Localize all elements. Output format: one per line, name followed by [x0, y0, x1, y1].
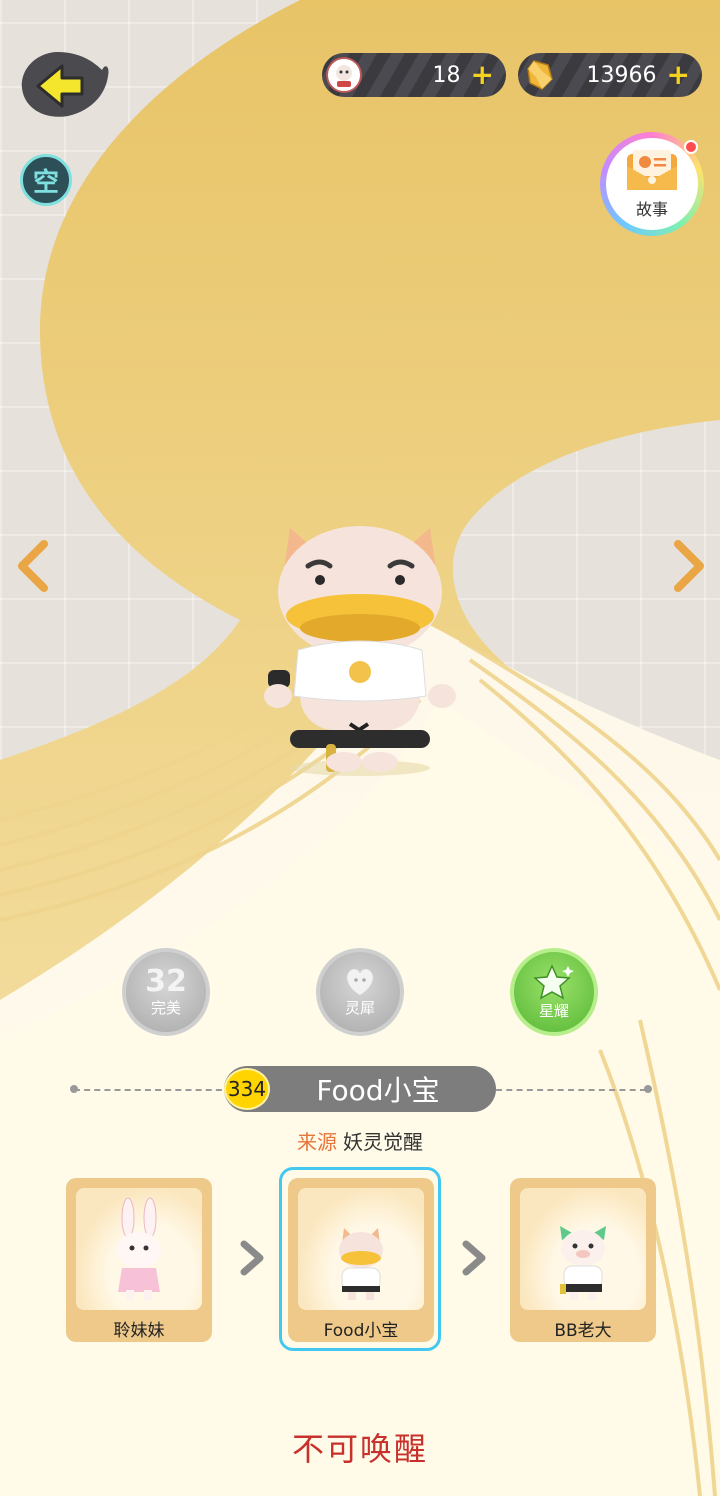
pet-source: 来源 妖灵觉醒	[0, 1126, 720, 1155]
source-label: 来源	[297, 1130, 337, 1154]
pet-ticket-icon	[326, 57, 362, 93]
empty-badge-label: 空	[32, 167, 59, 198]
chevron-left-icon	[18, 540, 48, 592]
pet-level: 334	[227, 1077, 267, 1101]
star-skill-button[interactable]: 星耀	[510, 948, 598, 1036]
envelope-icon	[627, 150, 677, 190]
divider-left	[74, 1089, 232, 1091]
pet-level-badge: 334	[224, 1068, 270, 1110]
divider-dot	[70, 1085, 78, 1093]
chevron-right-icon	[674, 540, 704, 592]
evolution-label-pig: BB老大	[554, 1321, 612, 1341]
crystal-count: 13966	[586, 62, 657, 88]
crystal-icon	[527, 60, 553, 90]
pig-pet-icon	[560, 1226, 606, 1300]
evolution-card-pig[interactable]: BB老大	[510, 1178, 656, 1342]
star-skill-label: 星耀	[538, 1001, 569, 1020]
duck-pet-icon	[339, 1228, 383, 1300]
perfect-skill-button[interactable]: 32 完美	[122, 948, 210, 1036]
bunny-pet-icon	[117, 1197, 161, 1300]
evolution-label-food: Food小宝	[323, 1321, 399, 1341]
evolution-label-bunny: 聆妹妹	[113, 1321, 165, 1341]
pet-character[interactable]	[250, 520, 470, 780]
evolution-card-food[interactable]: Food小宝	[288, 1178, 434, 1342]
back-arrow-icon	[21, 52, 109, 117]
evolution-card-bunny[interactable]: 聆妹妹	[66, 1178, 212, 1342]
ticket-count: 18	[432, 62, 461, 88]
spirit-skill-button[interactable]: 灵犀	[316, 948, 404, 1036]
perfect-skill-label: 完美	[150, 998, 181, 1017]
star-icon	[534, 963, 574, 999]
chevron-right-icon	[240, 1240, 264, 1276]
crystal-add-button[interactable]: +	[667, 61, 690, 89]
perfect-skill-value: 32	[145, 963, 187, 999]
back-button[interactable]	[18, 48, 110, 122]
crystal-currency[interactable]: 13966 +	[518, 53, 702, 97]
awaken-status: 不可唤醒	[291, 1430, 428, 1468]
empty-badge[interactable]: 空	[20, 154, 72, 206]
ticket-currency[interactable]: 18 +	[322, 53, 506, 97]
prev-pet-button[interactable]	[14, 540, 54, 592]
spirit-skill-label: 灵犀	[344, 998, 375, 1017]
chevron-right-icon	[462, 1240, 486, 1276]
source-value: 妖灵觉醒	[343, 1130, 423, 1154]
notification-dot	[684, 140, 698, 154]
pet-name: Food小宝	[316, 1074, 440, 1107]
divider-right	[496, 1089, 646, 1091]
ticket-add-button[interactable]: +	[471, 61, 494, 89]
story-button[interactable]: 故事	[600, 132, 704, 236]
heart-face-icon	[347, 968, 373, 995]
story-label: 故事	[635, 200, 668, 219]
divider-dot	[644, 1085, 652, 1093]
next-pet-button[interactable]	[668, 540, 708, 592]
